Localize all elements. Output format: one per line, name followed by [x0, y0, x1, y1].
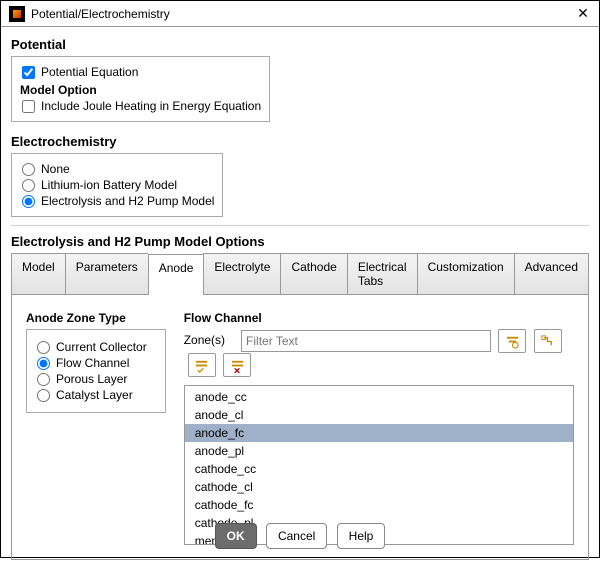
zone-type-radio-2[interactable]: [37, 373, 50, 386]
tab-model[interactable]: Model: [11, 253, 65, 294]
anode-zone-type-title: Anode Zone Type: [26, 311, 166, 325]
zone-type-radio-0[interactable]: [37, 341, 50, 354]
deselect-all-icon[interactable]: [223, 353, 251, 377]
tab-cathode[interactable]: Cathode: [280, 253, 346, 294]
ok-button[interactable]: OK: [215, 523, 257, 549]
zone-item[interactable]: anode_cc: [185, 388, 573, 406]
joule-heating-checkbox[interactable]: [22, 100, 35, 113]
tab-anode[interactable]: Anode: [148, 254, 204, 295]
select-all-icon[interactable]: [188, 353, 216, 377]
zone-item[interactable]: cathode_cc: [185, 460, 573, 478]
zone-filter-input[interactable]: [241, 330, 491, 352]
zone-type-radio-3[interactable]: [37, 389, 50, 402]
window-title: Potential/Electrochemistry: [31, 7, 575, 21]
zone-item[interactable]: anode_cl: [185, 406, 573, 424]
zone-item[interactable]: anode_fc: [185, 424, 573, 442]
tab-electrolyte[interactable]: Electrolyte: [203, 253, 280, 294]
section-title: Electrolysis and H2 Pump Model Options: [11, 234, 589, 249]
model-option-title: Model Option: [20, 83, 261, 97]
cancel-button[interactable]: Cancel: [266, 523, 327, 549]
joule-heating-label[interactable]: Include Joule Heating in Energy Equation: [41, 99, 261, 113]
zone-item[interactable]: cathode_cl: [185, 478, 573, 496]
tab-advanced[interactable]: Advanced: [514, 253, 589, 294]
toggle-tree-icon[interactable]: [534, 329, 562, 353]
electrochem-radio-1[interactable]: [22, 179, 35, 192]
electrochem-radio-2[interactable]: [22, 195, 35, 208]
electrochem-radio-0[interactable]: [22, 163, 35, 176]
potential-equation-label[interactable]: Potential Equation: [41, 65, 138, 79]
tab-parameters[interactable]: Parameters: [65, 253, 148, 294]
zone-type-label-3[interactable]: Catalyst Layer: [56, 388, 133, 402]
electrochem-label-2[interactable]: Electrolysis and H2 Pump Model: [41, 194, 214, 208]
zone-type-label-0[interactable]: Current Collector: [56, 340, 147, 354]
help-button[interactable]: Help: [337, 523, 386, 549]
filter-by-icon[interactable]: [498, 329, 526, 353]
potential-title: Potential: [11, 37, 589, 52]
zone-type-label-2[interactable]: Porous Layer: [56, 372, 127, 386]
electrochem-label-0[interactable]: None: [41, 162, 70, 176]
flow-channel-title: Flow Channel: [184, 311, 574, 325]
tab-customization[interactable]: Customization: [417, 253, 514, 294]
zones-label: Zone(s): [184, 333, 238, 347]
tab-electrical-tabs[interactable]: Electrical Tabs: [347, 253, 417, 294]
close-icon[interactable]: ✕: [575, 5, 591, 22]
electrochem-label-1[interactable]: Lithium-ion Battery Model: [41, 178, 177, 192]
app-icon: [9, 6, 25, 22]
zone-item[interactable]: anode_pl: [185, 442, 573, 460]
zone-list[interactable]: anode_ccanode_clanode_fcanode_plcathode_…: [184, 385, 574, 545]
zone-item[interactable]: cathode_fc: [185, 496, 573, 514]
zone-type-radio-1[interactable]: [37, 357, 50, 370]
electrochem-title: Electrochemistry: [11, 134, 589, 149]
potential-equation-checkbox[interactable]: [22, 66, 35, 79]
anode-panel: Anode Zone Type Current Collector Flow Ch…: [11, 295, 589, 560]
zone-type-label-1[interactable]: Flow Channel: [56, 356, 129, 370]
